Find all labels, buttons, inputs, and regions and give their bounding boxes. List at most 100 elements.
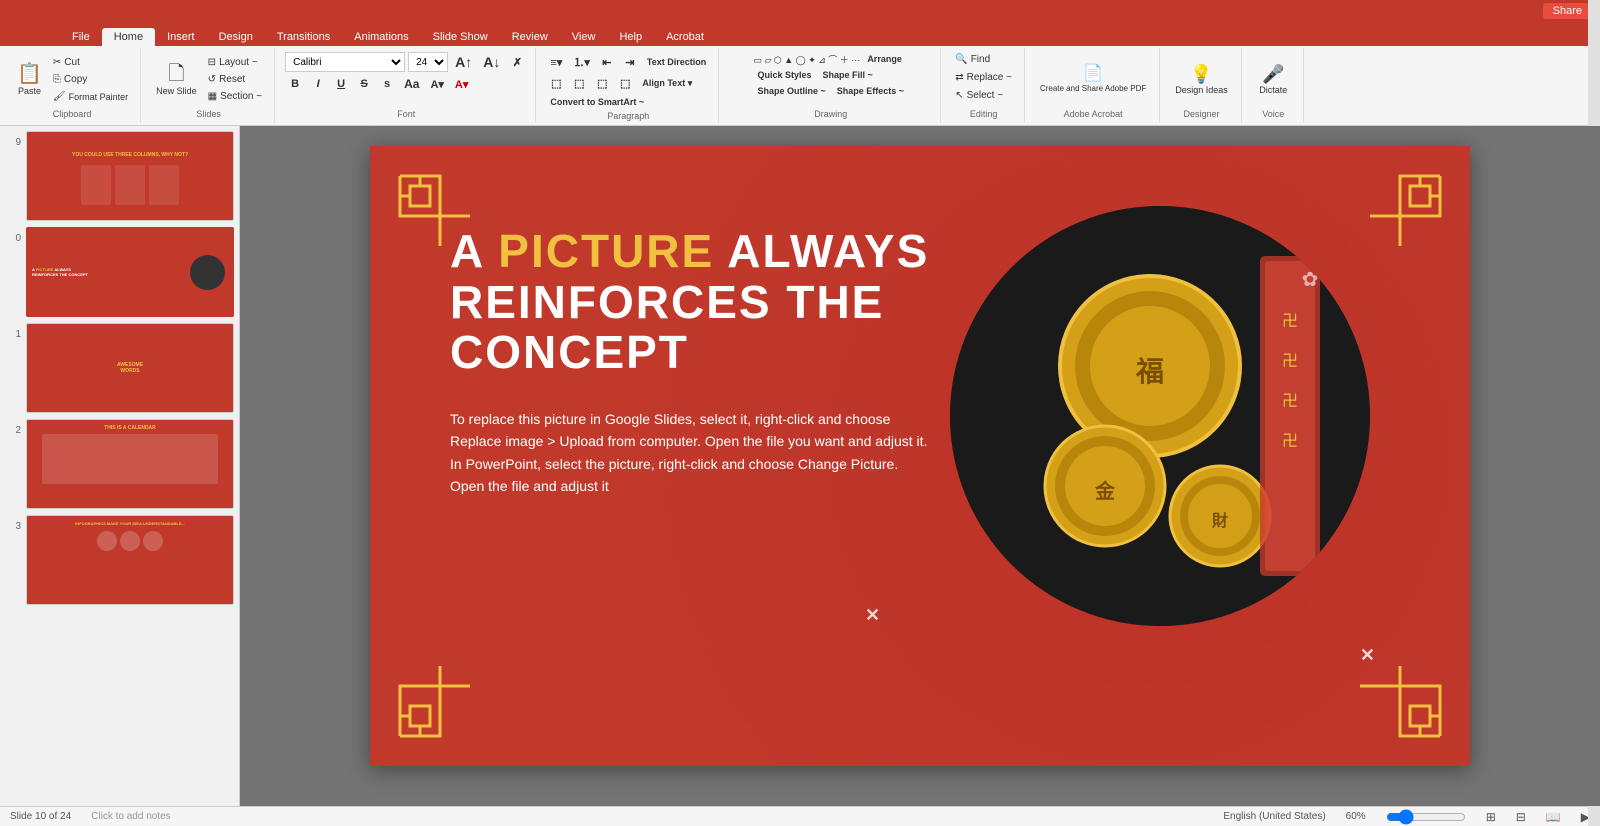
slide-thumb-12[interactable]: THIS IS A CALENDAR: [26, 419, 234, 509]
italic-button[interactable]: I: [308, 76, 328, 92]
format-painter-button[interactable]: 🖌 Format Painter: [49, 89, 132, 104]
paragraph-label: Paragraph: [607, 111, 649, 123]
reset-icon: ↺: [208, 74, 216, 85]
find-button[interactable]: 🔍 Find: [951, 52, 994, 67]
tab-transitions[interactable]: Transitions: [265, 28, 342, 46]
corner-deco-tr: [1350, 166, 1450, 286]
font-size-select[interactable]: 24: [408, 52, 448, 72]
justify-button[interactable]: ⬚: [615, 75, 635, 92]
designer-content: 💡 Design Ideas: [1168, 50, 1235, 109]
highlight-color-button[interactable]: A▾: [426, 76, 447, 93]
shape-effects-button[interactable]: Shape Effects ~: [833, 84, 908, 98]
create-share-pdf-button[interactable]: 📄 Create and Share Adobe PDF: [1035, 63, 1151, 96]
voice-content: 🎤 Dictate: [1252, 50, 1294, 109]
slide-thumb-9[interactable]: YOU COULD USE THREE COLUMNS, WHY NOT?: [26, 131, 234, 221]
tab-insert[interactable]: Insert: [155, 28, 207, 46]
font-name-select[interactable]: Calibri: [285, 52, 405, 72]
slide-thumb-9-container: 9 YOU COULD USE THREE COLUMNS, WHY NOT?: [5, 131, 234, 221]
strikethrough-button[interactable]: S: [354, 76, 374, 92]
tab-home[interactable]: Home: [102, 28, 155, 46]
slide-info: Slide 10 of 24: [10, 811, 71, 822]
slide-sorter-button[interactable]: ⊟: [1516, 810, 1526, 824]
slide-number-10: 0: [5, 227, 21, 244]
slide-body-text[interactable]: To replace this picture in Google Slides…: [450, 408, 930, 498]
shadow-button[interactable]: s: [377, 76, 397, 92]
quick-styles-button[interactable]: Quick Styles: [753, 68, 815, 82]
shape-fill-button[interactable]: Shape Fill ~: [818, 68, 876, 82]
indent-increase-button[interactable]: ⇥: [620, 54, 640, 71]
thumb-10-text: A PICTURE ALWAYS REINFORCES THE CONCEPT: [32, 267, 183, 277]
section-button[interactable]: ▦ Section ~: [204, 89, 266, 104]
new-slide-icon: 🗋: [168, 64, 184, 84]
reset-button[interactable]: ↺ Reset: [204, 72, 266, 87]
reading-view-button[interactable]: 📖: [1546, 810, 1561, 824]
dictate-button[interactable]: 🎤 Dictate: [1254, 62, 1292, 98]
share-button[interactable]: Share: [1543, 3, 1592, 19]
ribbon-group-clipboard: 📋 Paste ✂ Cut ⎘ Copy 🖌 Format Painter Cl…: [4, 48, 141, 123]
paste-button[interactable]: 📋 Paste: [12, 61, 47, 99]
svg-text:卍: 卍: [1282, 432, 1298, 450]
slide-thumb-11[interactable]: AWESOMEWORDS: [26, 323, 234, 413]
ribbon-group-paragraph: ≡▾ ⒈▾ ⇤ ⇥ Text Direction ⬚ ⬚ ⬚ ⬚ Align T…: [538, 48, 719, 123]
svg-text:金: 金: [1094, 479, 1116, 503]
font-row2: B I U S s Aa A▾ A▾: [285, 75, 472, 93]
tab-file[interactable]: File: [60, 28, 102, 46]
numbered-list-button[interactable]: ⒈▾: [569, 52, 594, 72]
slide-canvas[interactable]: ✕ ✕ ✕ ✕ 福 金: [370, 146, 1470, 766]
voice-label: Voice: [1262, 109, 1284, 121]
slide-thumb-10[interactable]: A PICTURE ALWAYS REINFORCES THE CONCEPT: [26, 227, 234, 317]
coins-svg: 福 金 財 卍 卍 卍: [950, 206, 1370, 626]
tab-slideshow[interactable]: Slide Show: [421, 28, 500, 46]
shapes-palette: ▭ ▱ ⬡ ▲ ◯ ✦ ⊿ ⌒ ＋ ⋯: [753, 53, 860, 66]
indent-decrease-button[interactable]: ⇤: [597, 54, 617, 71]
tab-acrobat[interactable]: Acrobat: [654, 28, 716, 46]
cut-button[interactable]: ✂ Cut: [49, 55, 132, 70]
font-decrease-button[interactable]: A↓: [479, 52, 504, 72]
bold-button[interactable]: B: [285, 76, 305, 92]
zoom-slider[interactable]: [1386, 812, 1466, 822]
align-left-button[interactable]: ⬚: [546, 75, 566, 92]
bullet-list-button[interactable]: ≡▾: [546, 54, 566, 71]
select-button[interactable]: ↖ Select ~: [951, 88, 1007, 103]
align-text-button[interactable]: Align Text ▾: [638, 76, 696, 91]
tab-review[interactable]: Review: [500, 28, 560, 46]
align-right-button[interactable]: ⬚: [592, 75, 612, 92]
font-increase-button[interactable]: A↑: [451, 52, 476, 72]
select-icon: ↖: [955, 90, 963, 101]
font-color-button[interactable]: A▾: [451, 76, 472, 93]
tab-help[interactable]: Help: [607, 28, 654, 46]
status-bar: Slide 10 of 24 Click to add notes Englis…: [0, 806, 1600, 826]
font-size-input[interactable]: Aa: [400, 75, 423, 93]
replace-button[interactable]: ⇄ Replace ~: [951, 70, 1016, 85]
canvas-area[interactable]: ✕ ✕ ✕ ✕ 福 金: [240, 126, 1600, 806]
para-row1: ≡▾ ⒈▾ ⇤ ⇥ Text Direction: [546, 52, 710, 72]
new-slide-button[interactable]: 🗋 New Slide: [151, 61, 202, 99]
thumb-12-title: THIS IS A CALENDAR: [104, 425, 156, 431]
drawing-row2: Quick Styles Shape Fill ~: [753, 68, 876, 82]
arrange-button[interactable]: Arrange: [863, 52, 906, 66]
slide-number-13: 3: [5, 515, 21, 532]
slide-panel[interactable]: 9 YOU COULD USE THREE COLUMNS, WHY NOT? …: [0, 126, 240, 806]
slide-number-11: 1: [5, 323, 21, 340]
underline-button[interactable]: U: [331, 76, 351, 92]
font-content: Calibri 24 A↑ A↓ ✗ B I U S s Aa A▾ A▾: [283, 50, 529, 109]
layout-icon: ⊟: [208, 57, 216, 68]
copy-button[interactable]: ⎘ Copy: [49, 72, 132, 87]
align-center-button[interactable]: ⬚: [569, 75, 589, 92]
normal-view-button[interactable]: ⊞: [1486, 810, 1496, 824]
thumb-13-bg: INFOGRAPHICS MAKE YOUR IDEA UNDERSTANDAB…: [27, 516, 233, 604]
tab-animations[interactable]: Animations: [342, 28, 420, 46]
clear-format-button[interactable]: ✗: [507, 54, 527, 71]
copy-icon: ⎘: [53, 74, 61, 85]
text-direction-button[interactable]: Text Direction: [643, 55, 710, 69]
layout-button[interactable]: ⊟ Layout ~: [204, 55, 266, 70]
notes-label[interactable]: Click to add notes: [91, 811, 171, 822]
tab-view[interactable]: View: [560, 28, 608, 46]
slide-number-12: 2: [5, 419, 21, 436]
shape-outline-button[interactable]: Shape Outline ~: [753, 84, 829, 98]
tab-design[interactable]: Design: [207, 28, 265, 46]
slide-thumb-13[interactable]: INFOGRAPHICS MAKE YOUR IDEA UNDERSTANDAB…: [26, 515, 234, 605]
convert-smartart-button[interactable]: Convert to SmartArt ~: [546, 95, 648, 109]
clipboard-label: Clipboard: [53, 109, 92, 121]
design-ideas-button[interactable]: 💡 Design Ideas: [1170, 62, 1233, 98]
